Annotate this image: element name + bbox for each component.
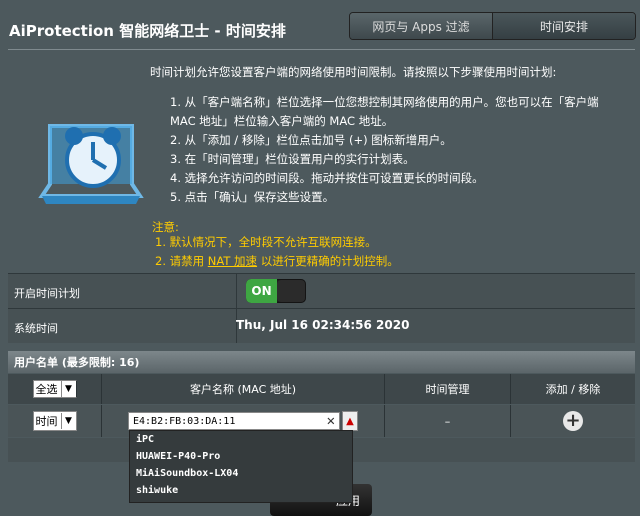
add-user-button[interactable]: + <box>563 411 583 431</box>
table-header: 全选 ▼ 客户名称 (MAC 地址) 时间管理 添加 / 移除 <box>8 374 635 404</box>
select-all-cell: 全选 ▼ <box>8 374 102 404</box>
instruction-steps: 1. 从「客户端名称」栏位选择一位您想控制其网络使用的用户。您也可以在「客户端 … <box>170 93 635 207</box>
clock-icon <box>38 124 144 204</box>
client-name-header: 客户名称 (MAC 地址) <box>102 374 385 404</box>
step-5: 5. 点击「确认」保存这些设置。 <box>170 190 335 204</box>
add-cell: + <box>511 405 635 437</box>
toggle-knob <box>277 280 305 302</box>
tab-time-scheduling[interactable]: 时间安排 <box>493 13 635 39</box>
tab-web-apps-filter[interactable]: 网页与 Apps 过滤 <box>350 13 493 39</box>
notes-title: 注意: <box>152 220 179 234</box>
time-management-cell: – <box>385 405 511 437</box>
client-mac-input[interactable]: E4:B2:FB:03:DA:11 ✕ <box>128 412 340 430</box>
close-icon[interactable]: ✕ <box>327 413 335 429</box>
step-1: 1. 从「客户端名称」栏位选择一位您想控制其网络使用的用户。您也可以在「客户端 <box>170 95 599 109</box>
list-item[interactable]: HUAWEI-P40-Pro <box>130 448 352 465</box>
enable-schedule-label: 开启时间计划 <box>14 287 80 300</box>
note-1: 1. 默认情况下，全时段不允许互联网连接。 <box>155 235 377 249</box>
chevron-down-icon: ▼ <box>60 381 76 397</box>
add-remove-header: 添加 / 移除 <box>545 383 601 396</box>
step-4: 4. 选择允许访问的时间段。拖动并按住可设置更长的时间段。 <box>170 171 484 185</box>
list-item[interactable]: MiAiSoundbox-LX04 <box>130 465 352 482</box>
page-title: AiProtection 智能网络卫士 - 时间安排 <box>9 22 286 40</box>
row-mode-dropdown[interactable]: 时间 ▼ <box>32 411 77 431</box>
intro-text: 时间计划允许您设置客户端的网络使用时间限制。请按照以下步骤使用时间计划: <box>150 65 557 79</box>
system-time-value: Thu, Jul 16 02:34:56 2020 <box>236 318 410 332</box>
note-2: 2. 请禁用 NAT 加速 以进行更精确的计划控制。 <box>155 253 399 269</box>
divider <box>236 274 237 308</box>
row-select-cell: 时间 ▼ <box>8 405 102 437</box>
plus-icon: + <box>565 410 581 431</box>
row-mode-label: 时间 <box>35 415 58 428</box>
note-2-prefix: 2. 请禁用 <box>155 254 208 268</box>
enable-schedule-toggle[interactable]: ON <box>246 279 306 303</box>
step-2: 2. 从「添加 / 移除」栏位点击加号 (+) 图标新增用户。 <box>170 133 452 147</box>
select-all-label: 全选 <box>35 383 58 396</box>
tab-bar: 网页与 Apps 过滤 时间安排 <box>349 12 636 40</box>
divider <box>8 49 635 50</box>
user-list-header: 用户名单 (最多限制: 16) <box>8 351 635 373</box>
nat-acceleration-link[interactable]: NAT 加速 <box>208 254 257 268</box>
time-management-header: 时间管理 <box>385 374 511 404</box>
client-dropdown-button[interactable]: ▲ <box>342 411 358 431</box>
step-1-cont: MAC 地址」栏位输入客户端的 MAC 地址。 <box>170 114 394 128</box>
note-2-suffix: 以进行更精确的计划控制。 <box>257 254 399 268</box>
client-dropdown-list: iPC HUAWEI-P40-Pro MiAiSoundbox-LX04 shi… <box>129 430 353 503</box>
list-item[interactable]: iPC <box>130 431 352 448</box>
toggle-on-label: ON <box>246 279 277 303</box>
chevron-down-icon: ▼ <box>60 413 76 429</box>
mac-input-value: E4:B2:FB:03:DA:11 <box>133 415 236 427</box>
step-3: 3. 在「时间管理」栏位设置用户的实行计划表。 <box>170 152 415 166</box>
system-time-label: 系统时间 <box>14 322 58 335</box>
list-item[interactable]: shiwuke <box>130 482 352 499</box>
enable-schedule-row: 开启时间计划 <box>8 273 635 308</box>
select-all-dropdown[interactable]: 全选 ▼ <box>32 380 77 398</box>
